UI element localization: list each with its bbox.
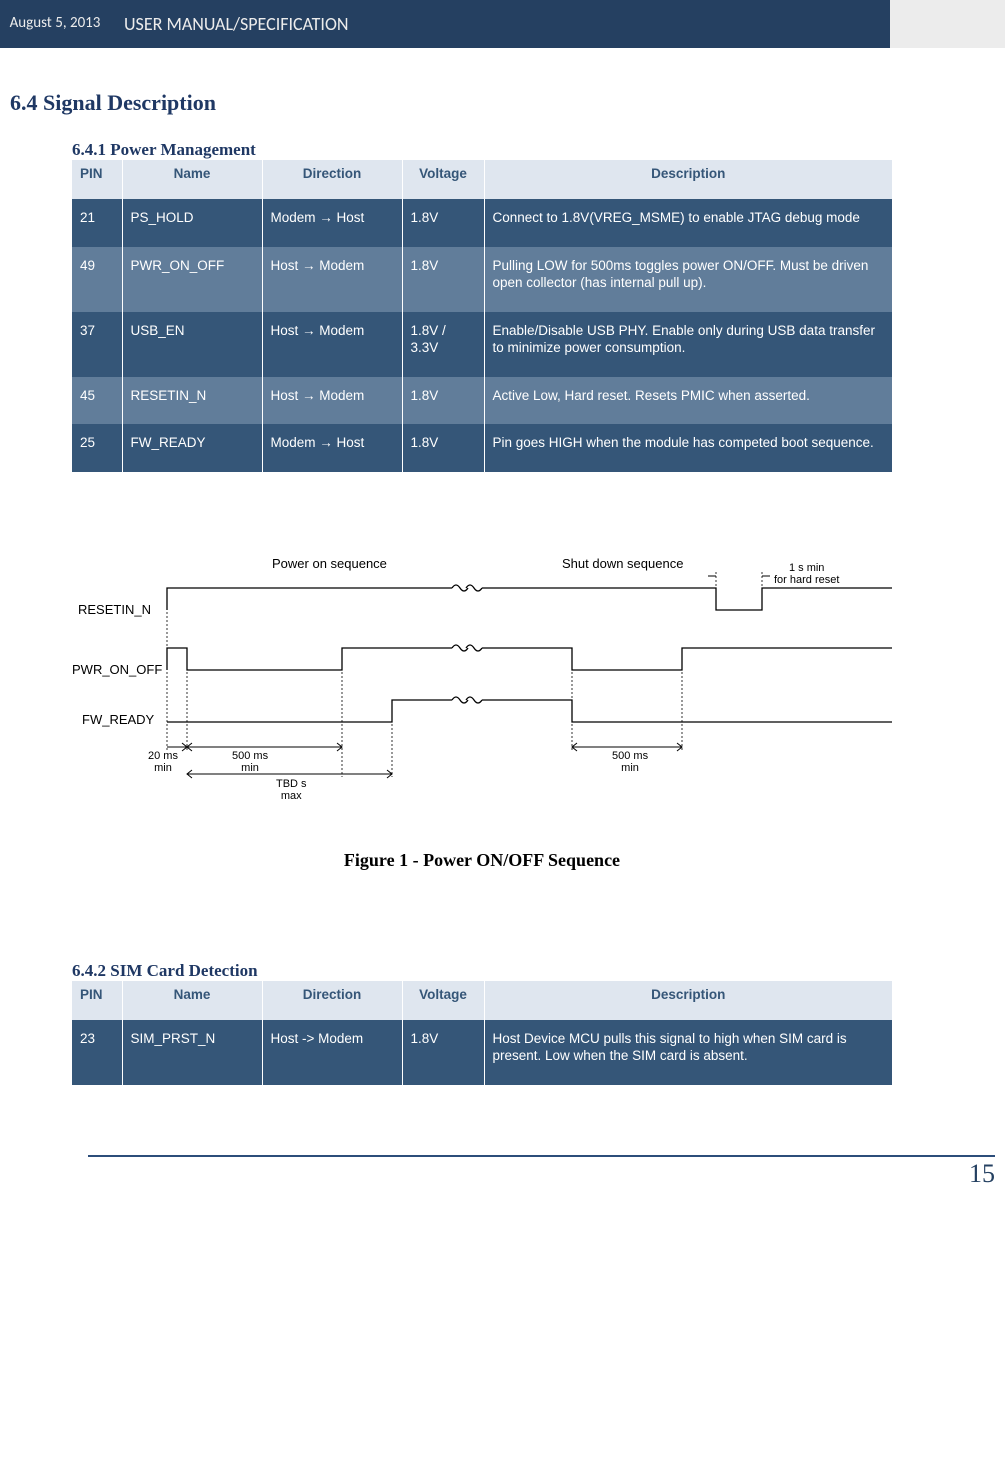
th-direction: Direction [262, 981, 402, 1020]
table-row: 37 USB_EN Host → Modem 1.8V / 3.3V Enabl… [72, 312, 892, 377]
figure-caption: Figure 1 - Power ON/OFF Sequence [72, 850, 892, 871]
diagram-signal-fwready: FW_READY [82, 712, 154, 727]
heading-signal-description: 6.4 Signal Description [10, 90, 995, 116]
th-name: Name [122, 160, 262, 199]
diagram-t-20ms: 20 ms min [148, 750, 178, 774]
heading-power-management: 6.4.1 Power Management [72, 140, 995, 160]
th-voltage: Voltage [402, 160, 484, 199]
header-date: August 5, 2013 [0, 0, 110, 48]
table-row: 23 SIM_PRST_N Host -> Modem 1.8V Host De… [72, 1020, 892, 1085]
th-description: Description [484, 160, 892, 199]
page-number: 15 [0, 1159, 1005, 1189]
th-voltage: Voltage [402, 981, 484, 1020]
th-pin: PIN [72, 981, 122, 1020]
heading-sim-card-detection: 6.4.2 SIM Card Detection [72, 961, 995, 981]
footer: 15 [0, 1155, 1005, 1189]
th-description: Description [484, 981, 892, 1020]
header-bar: August 5, 2013 USER MANUAL/SPECIFICATION [0, 0, 1005, 48]
footer-rule [88, 1155, 995, 1157]
table-row: 49 PWR_ON_OFF Host → Modem 1.8V Pulling … [72, 247, 892, 312]
diagram-t-500ms-b: 500 ms min [612, 750, 648, 774]
header-title: USER MANUAL/SPECIFICATION [110, 0, 890, 48]
table-row: 45 RESETIN_N Host → Modem 1.8V Active Lo… [72, 377, 892, 425]
th-direction: Direction [262, 160, 402, 199]
th-pin: PIN [72, 160, 122, 199]
diagram-signal-pwronoff: PWR_ON_OFF [72, 662, 162, 677]
table-sim-card-detection: PIN Name Direction Voltage Description 2… [72, 981, 892, 1085]
table-row: 25 FW_READY Modem → Host 1.8V Pin goes H… [72, 424, 892, 472]
diagram-label-hard-reset: 1 s min for hard reset [774, 562, 839, 586]
table-row: 21 PS_HOLD Modem → Host 1.8V Connect to … [72, 199, 892, 247]
header-title-wrap: USER MANUAL/SPECIFICATION [110, 0, 1005, 48]
diagram-signal-resetin: RESETIN_N [78, 602, 151, 617]
th-name: Name [122, 981, 262, 1020]
diagram-label-power-on: Power on sequence [272, 556, 387, 571]
timing-diagram: Power on sequence Shut down sequence 1 s… [72, 552, 892, 822]
diagram-t-tbd: TBD s max [276, 778, 307, 802]
diagram-t-500ms: 500 ms min [232, 750, 268, 774]
diagram-label-shutdown: Shut down sequence [562, 556, 683, 571]
table-power-management: PIN Name Direction Voltage Description 2… [72, 160, 892, 472]
